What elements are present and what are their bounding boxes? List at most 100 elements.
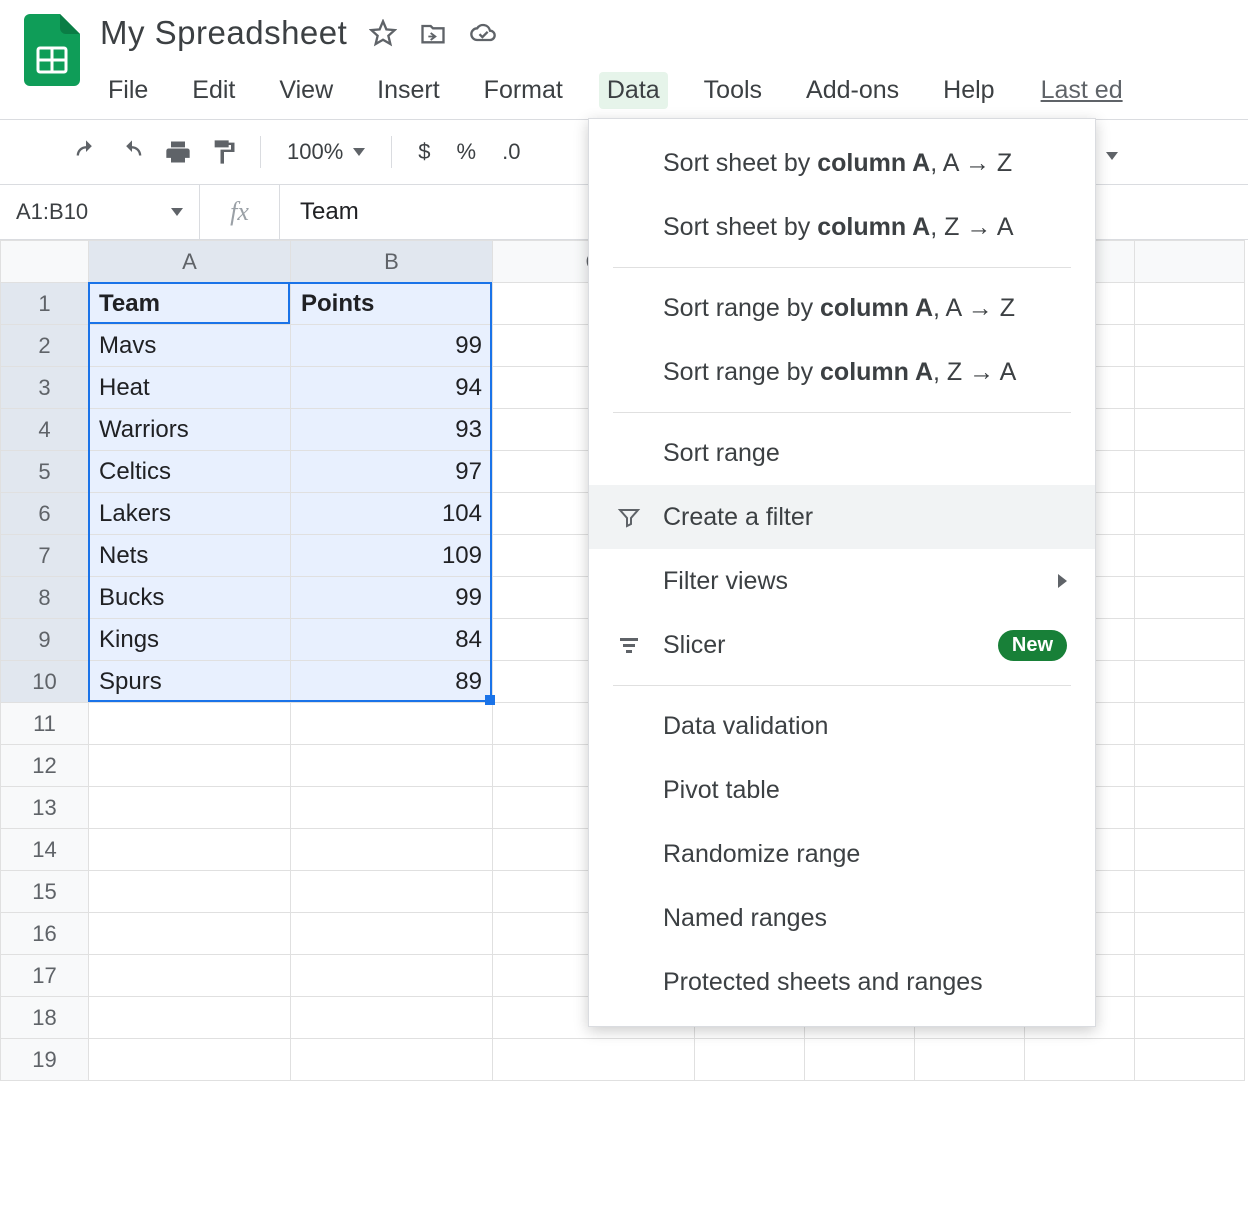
- cell[interactable]: Team: [89, 283, 291, 325]
- menu-file[interactable]: File: [100, 72, 156, 109]
- select-all-corner[interactable]: [1, 241, 89, 283]
- menu-sort-sheet-az[interactable]: Sort sheet by column A, A → Z: [589, 131, 1095, 195]
- row-header[interactable]: 18: [1, 997, 89, 1039]
- menu-slicer[interactable]: Slicer New: [589, 613, 1095, 677]
- menu-addons[interactable]: Add-ons: [798, 72, 907, 109]
- menu-data[interactable]: Data: [599, 72, 668, 109]
- cell[interactable]: [291, 829, 493, 871]
- star-icon[interactable]: [369, 19, 397, 47]
- column-header-A[interactable]: A: [89, 241, 291, 283]
- cell[interactable]: [1135, 997, 1245, 1039]
- menu-create-filter[interactable]: Create a filter: [589, 485, 1095, 549]
- cell[interactable]: [89, 829, 291, 871]
- row-header[interactable]: 9: [1, 619, 89, 661]
- row-header[interactable]: 13: [1, 787, 89, 829]
- cell[interactable]: [291, 955, 493, 997]
- row-header[interactable]: 1: [1, 283, 89, 325]
- name-box[interactable]: A1:B10: [0, 185, 200, 239]
- undo-button[interactable]: [66, 132, 106, 172]
- row-header[interactable]: 14: [1, 829, 89, 871]
- menu-sort-range-za[interactable]: Sort range by column A, Z → A: [589, 340, 1095, 404]
- row-header[interactable]: 7: [1, 535, 89, 577]
- menu-sort-sheet-za[interactable]: Sort sheet by column A, Z → A: [589, 195, 1095, 259]
- document-title[interactable]: My Spreadsheet: [100, 14, 347, 52]
- menu-tools[interactable]: Tools: [696, 72, 770, 109]
- cell[interactable]: [89, 745, 291, 787]
- cell[interactable]: 99: [291, 577, 493, 619]
- row-header[interactable]: 12: [1, 745, 89, 787]
- toolbar-overflow[interactable]: [1106, 160, 1118, 178]
- cell[interactable]: 84: [291, 619, 493, 661]
- sheets-logo[interactable]: [24, 14, 80, 86]
- menu-data-validation[interactable]: Data validation: [589, 694, 1095, 758]
- cell[interactable]: [805, 1039, 915, 1081]
- paint-format-button[interactable]: [204, 132, 244, 172]
- cell[interactable]: [291, 745, 493, 787]
- menu-help[interactable]: Help: [935, 72, 1002, 109]
- cell[interactable]: [291, 871, 493, 913]
- format-currency-button[interactable]: $: [408, 139, 440, 165]
- cell[interactable]: [1135, 661, 1245, 703]
- cell[interactable]: [493, 1039, 695, 1081]
- cell[interactable]: Heat: [89, 367, 291, 409]
- cell[interactable]: [1135, 1039, 1245, 1081]
- cloud-status-icon[interactable]: [469, 19, 497, 47]
- column-header[interactable]: [1135, 241, 1245, 283]
- move-icon[interactable]: [419, 19, 447, 47]
- cell[interactable]: [291, 997, 493, 1039]
- cell[interactable]: Spurs: [89, 661, 291, 703]
- cell[interactable]: [1135, 325, 1245, 367]
- last-edit-link[interactable]: Last ed: [1041, 76, 1123, 105]
- cell[interactable]: Bucks: [89, 577, 291, 619]
- cell[interactable]: [1135, 829, 1245, 871]
- cell[interactable]: [1135, 283, 1245, 325]
- row-header[interactable]: 15: [1, 871, 89, 913]
- cell[interactable]: [1135, 955, 1245, 997]
- cell[interactable]: [1135, 451, 1245, 493]
- cell[interactable]: 109: [291, 535, 493, 577]
- cell[interactable]: [1135, 745, 1245, 787]
- cell[interactable]: Points: [291, 283, 493, 325]
- menu-randomize-range[interactable]: Randomize range: [589, 822, 1095, 886]
- cell[interactable]: Kings: [89, 619, 291, 661]
- cell[interactable]: Lakers: [89, 493, 291, 535]
- cell[interactable]: 93: [291, 409, 493, 451]
- print-button[interactable]: [158, 132, 198, 172]
- cell[interactable]: 94: [291, 367, 493, 409]
- cell[interactable]: [89, 913, 291, 955]
- menu-view[interactable]: View: [271, 72, 341, 109]
- cell[interactable]: [291, 1039, 493, 1081]
- cell[interactable]: Mavs: [89, 325, 291, 367]
- cell[interactable]: [1135, 703, 1245, 745]
- row-header[interactable]: 10: [1, 661, 89, 703]
- menu-named-ranges[interactable]: Named ranges: [589, 886, 1095, 950]
- cell[interactable]: [1135, 493, 1245, 535]
- cell[interactable]: Warriors: [89, 409, 291, 451]
- cell[interactable]: [89, 1039, 291, 1081]
- cell[interactable]: [1135, 619, 1245, 661]
- zoom-select[interactable]: 100%: [277, 139, 375, 165]
- cell[interactable]: [89, 871, 291, 913]
- cell[interactable]: 89: [291, 661, 493, 703]
- row-header[interactable]: 5: [1, 451, 89, 493]
- cell[interactable]: [695, 1039, 805, 1081]
- cell[interactable]: [89, 955, 291, 997]
- cell[interactable]: 97: [291, 451, 493, 493]
- menu-format[interactable]: Format: [476, 72, 571, 109]
- menu-filter-views[interactable]: Filter views: [589, 549, 1095, 613]
- cell[interactable]: [1025, 1039, 1135, 1081]
- column-header-B[interactable]: B: [291, 241, 493, 283]
- cell[interactable]: [89, 703, 291, 745]
- cell[interactable]: [291, 787, 493, 829]
- menu-protected-sheets[interactable]: Protected sheets and ranges: [589, 950, 1095, 1014]
- row-header[interactable]: 2: [1, 325, 89, 367]
- row-header[interactable]: 17: [1, 955, 89, 997]
- cell[interactable]: [1135, 871, 1245, 913]
- cell[interactable]: [1135, 409, 1245, 451]
- cell[interactable]: [1135, 913, 1245, 955]
- cell[interactable]: [915, 1039, 1025, 1081]
- row-header[interactable]: 8: [1, 577, 89, 619]
- cell[interactable]: 99: [291, 325, 493, 367]
- row-header[interactable]: 19: [1, 1039, 89, 1081]
- row-header[interactable]: 11: [1, 703, 89, 745]
